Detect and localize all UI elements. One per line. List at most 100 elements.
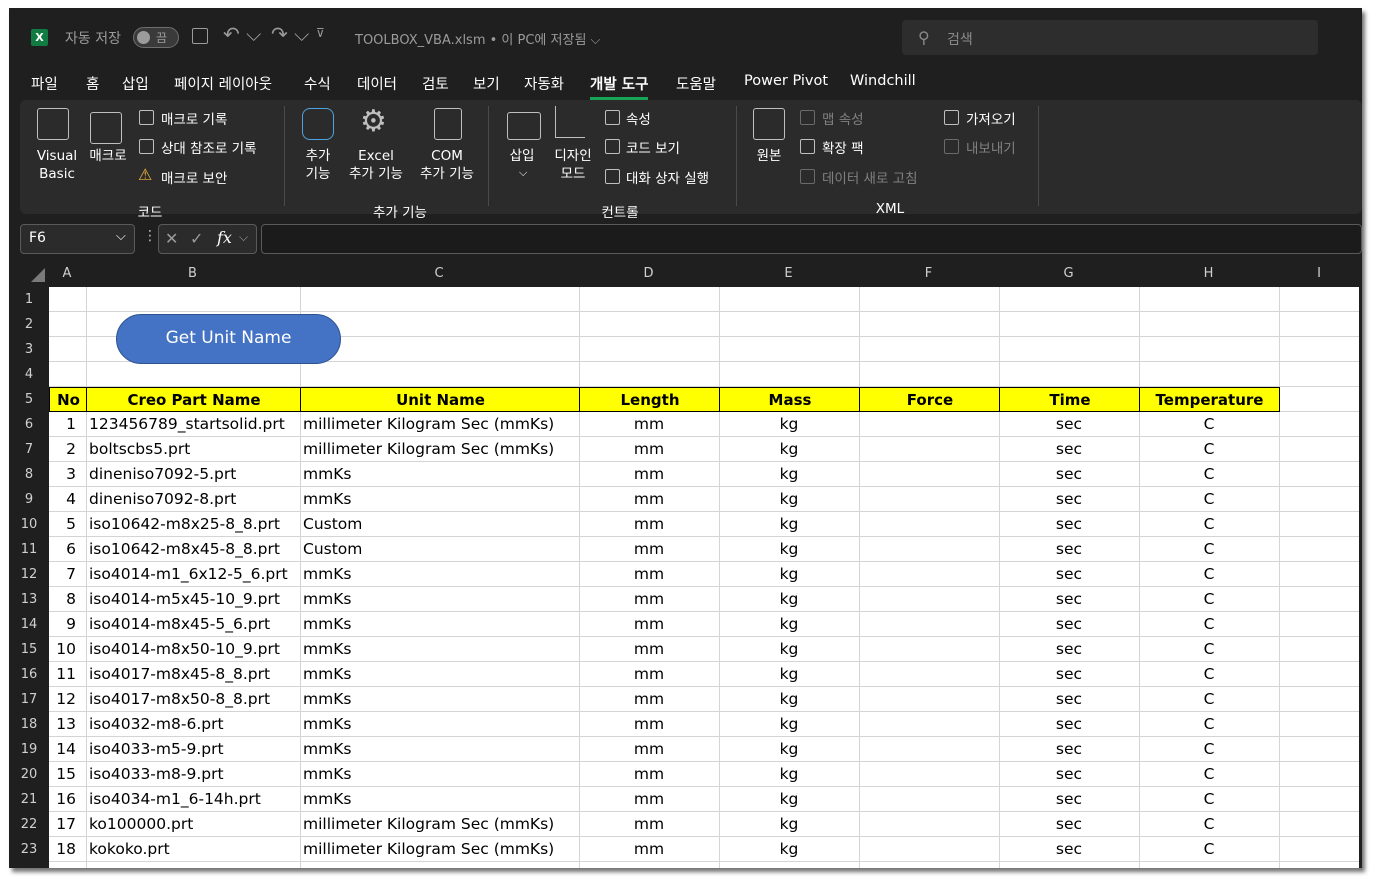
cell-unit[interactable]: mmKs bbox=[300, 737, 579, 762]
cell-unit[interactable]: Custom bbox=[300, 512, 579, 537]
cell-force[interactable] bbox=[859, 712, 999, 737]
relative-reference-button[interactable]: 상대 참조로 기록 bbox=[161, 137, 257, 157]
cell-mass[interactable]: kg bbox=[719, 662, 859, 687]
cell-unit[interactable]: mmKs bbox=[300, 762, 579, 787]
tab-insert[interactable]: 삽입 bbox=[122, 73, 149, 94]
cell-force[interactable] bbox=[859, 562, 999, 587]
cell-temp[interactable]: C bbox=[1139, 812, 1279, 837]
cell-part[interactable]: iso4014-m5x45-10_9.prt bbox=[86, 587, 300, 612]
cell-no[interactable]: 4 bbox=[49, 487, 86, 512]
row-header[interactable]: 1 bbox=[9, 287, 49, 312]
header-time[interactable]: Time bbox=[999, 387, 1140, 412]
cell-force[interactable] bbox=[859, 687, 999, 712]
cell-unit[interactable]: mmKs bbox=[300, 687, 579, 712]
column-header-f[interactable]: F bbox=[859, 262, 998, 286]
column-header-e[interactable]: E bbox=[719, 262, 858, 286]
cell-length[interactable]: mm bbox=[579, 612, 719, 637]
cancel-icon[interactable]: ✕ bbox=[165, 229, 178, 248]
cell-mass[interactable]: kg bbox=[719, 637, 859, 662]
tab-data[interactable]: 데이터 bbox=[357, 73, 397, 94]
cell-temp[interactable]: C bbox=[1139, 437, 1279, 462]
tab-formulas[interactable]: 수식 bbox=[304, 73, 331, 94]
cell-unit[interactable]: millimeter Kilogram Sec (mmKs) bbox=[300, 812, 579, 837]
cell-part[interactable]: iso4017-m8x50-8_8.prt bbox=[86, 687, 300, 712]
cell-temp[interactable]: C bbox=[1139, 787, 1279, 812]
cell-temp[interactable]: C bbox=[1139, 662, 1279, 687]
row-header[interactable]: 6 bbox=[9, 412, 49, 437]
cell-part[interactable]: iso4033-m8-9.prt bbox=[86, 762, 300, 787]
column-header-d[interactable]: D bbox=[579, 262, 718, 286]
cell-no[interactable]: 5 bbox=[49, 512, 86, 537]
cell-mass[interactable]: kg bbox=[719, 487, 859, 512]
cell-length[interactable]: mm bbox=[579, 462, 719, 487]
cell-no[interactable]: 16 bbox=[49, 787, 86, 812]
excel-addins-button[interactable]: Excel 추가 기능 bbox=[345, 147, 407, 183]
header-mass[interactable]: Mass bbox=[719, 387, 860, 412]
insert-control-button[interactable]: 삽입 bbox=[502, 147, 542, 165]
cell-part[interactable]: iso10642-m8x45-8_8.prt bbox=[86, 537, 300, 562]
cell-time[interactable]: sec bbox=[999, 737, 1139, 762]
row-header[interactable]: 9 bbox=[9, 487, 49, 512]
cell-length[interactable]: mm bbox=[579, 487, 719, 512]
cell-unit[interactable]: mmKs bbox=[300, 662, 579, 687]
search-box[interactable]: ⚲ 검색 bbox=[902, 20, 1318, 55]
cell-unit[interactable]: millimeter Kilogram Sec (mmKs) bbox=[300, 837, 579, 862]
cell-time[interactable]: sec bbox=[999, 812, 1139, 837]
tab-review[interactable]: 검토 bbox=[422, 73, 449, 94]
properties-button[interactable]: 속성 bbox=[626, 108, 651, 128]
save-icon[interactable] bbox=[192, 28, 208, 44]
row-header[interactable]: 18 bbox=[9, 712, 49, 737]
cell-part[interactable]: dineniso7092-8.prt bbox=[86, 487, 300, 512]
cell-unit[interactable]: mmKs bbox=[300, 712, 579, 737]
column-header-i[interactable]: I bbox=[1279, 262, 1359, 286]
tab-automate[interactable]: 자동화 bbox=[524, 73, 564, 94]
design-mode-button[interactable]: 디자인 모드 bbox=[549, 147, 597, 183]
cell-length[interactable]: mm bbox=[579, 537, 719, 562]
cell-mass[interactable]: kg bbox=[719, 412, 859, 437]
row-header[interactable]: 7 bbox=[9, 437, 49, 462]
cell-length[interactable]: mm bbox=[579, 562, 719, 587]
cell-no[interactable]: 3 bbox=[49, 462, 86, 487]
cell-time[interactable]: sec bbox=[999, 462, 1139, 487]
cell-length[interactable]: mm bbox=[579, 762, 719, 787]
cell-mass[interactable]: kg bbox=[719, 687, 859, 712]
cell-part[interactable]: iso4014-m1_6x12-5_6.prt bbox=[86, 562, 300, 587]
cell-length[interactable]: mm bbox=[579, 837, 719, 862]
get-unit-name-button[interactable]: Get Unit Name bbox=[116, 314, 341, 364]
redo-icon[interactable]: ↷ ⌵ bbox=[271, 22, 309, 46]
customize-qat-icon[interactable]: ⊽ bbox=[316, 26, 325, 40]
xml-source-button[interactable]: 원본 bbox=[748, 147, 790, 165]
cell-time[interactable]: sec bbox=[999, 612, 1139, 637]
cell-mass[interactable]: kg bbox=[719, 437, 859, 462]
cell-length[interactable]: mm bbox=[579, 787, 719, 812]
cell-no[interactable]: 14 bbox=[49, 737, 86, 762]
cell-length[interactable]: mm bbox=[579, 662, 719, 687]
cell-no[interactable]: 6 bbox=[49, 537, 86, 562]
column-header-c[interactable]: C bbox=[300, 262, 578, 286]
tab-file[interactable]: 파일 bbox=[31, 73, 58, 94]
cell-mass[interactable]: kg bbox=[719, 787, 859, 812]
row-header[interactable]: 2 bbox=[9, 312, 49, 337]
cell-force[interactable] bbox=[859, 637, 999, 662]
cell-unit[interactable]: millimeter Kilogram Sec (mmKs) bbox=[300, 412, 579, 437]
column-header-g[interactable]: G bbox=[999, 262, 1138, 286]
cell-time[interactable]: sec bbox=[999, 762, 1139, 787]
row-header[interactable]: 17 bbox=[9, 687, 49, 712]
cell-temp[interactable]: C bbox=[1139, 512, 1279, 537]
cell-force[interactable] bbox=[859, 587, 999, 612]
tab-windchill[interactable]: Windchill bbox=[850, 73, 916, 89]
cell-no[interactable]: 9 bbox=[49, 612, 86, 637]
cell-part[interactable]: dineniso7092-5.prt bbox=[86, 462, 300, 487]
cell-time[interactable]: sec bbox=[999, 687, 1139, 712]
cell-temp[interactable]: C bbox=[1139, 637, 1279, 662]
cell-no[interactable]: 7 bbox=[49, 562, 86, 587]
cell-part[interactable]: kokoko.prt bbox=[86, 837, 300, 862]
cell-unit[interactable]: mmKs bbox=[300, 562, 579, 587]
cell-length[interactable]: mm bbox=[579, 712, 719, 737]
formula-input[interactable] bbox=[261, 224, 1362, 254]
enter-icon[interactable]: ✓ bbox=[190, 229, 203, 248]
cell-length[interactable]: mm bbox=[579, 512, 719, 537]
cell-time[interactable]: sec bbox=[999, 487, 1139, 512]
cell-force[interactable] bbox=[859, 412, 999, 437]
cell-temp[interactable]: C bbox=[1139, 537, 1279, 562]
